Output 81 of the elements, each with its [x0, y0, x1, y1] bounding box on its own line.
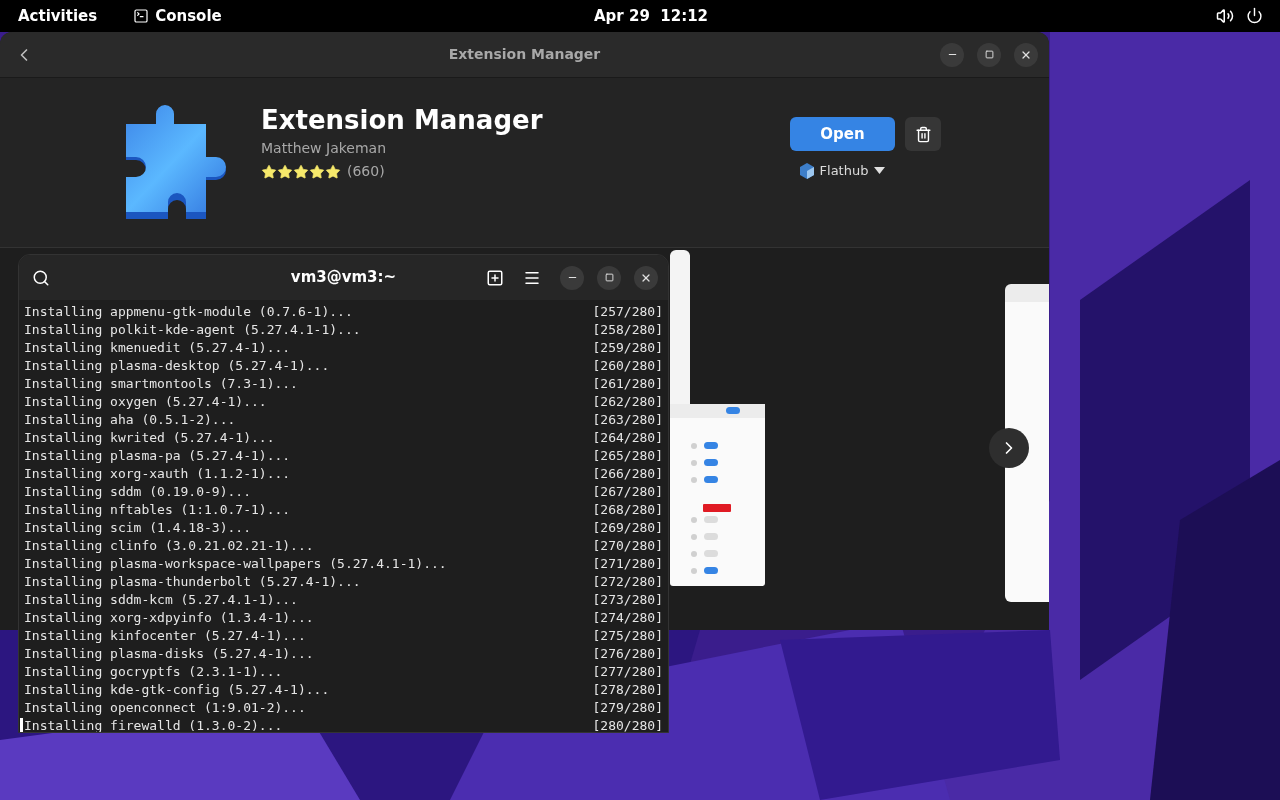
terminal-line: Installing plasma-disks (5.27.4-1)...	[24, 645, 314, 664]
maximize-icon	[604, 273, 614, 282]
terminal-line: Installing nftables (1:1.0.7-1)...	[24, 501, 291, 520]
terminal-line: Installing kde-gtk-config (5.27.4-1)...	[24, 681, 330, 700]
progress-count: [258/280]	[592, 321, 663, 340]
close-button[interactable]	[1014, 42, 1038, 67]
progress-count: [270/280]	[592, 537, 663, 556]
progress-count: [263/280]	[592, 411, 663, 430]
progress-count: [259/280]	[592, 339, 663, 358]
developer-name: Matthew Jakeman	[261, 139, 388, 158]
terminal-line: Installing plasma-workspace-wallpapers (5.27.4.1-1)...	[24, 555, 447, 574]
progress-count: [262/280]	[592, 393, 663, 412]
app-menu[interactable]: Console	[133, 4, 222, 28]
progress-count: [257/280]	[592, 303, 663, 322]
terminal-line: Installing gocryptfs (2.3.1-1)...	[24, 663, 283, 682]
star-icon	[277, 163, 293, 180]
trash-icon	[914, 125, 932, 143]
progress-count: [269/280]	[592, 519, 663, 538]
terminal-line: Installing openconnect (1:9.01-2)...	[24, 699, 306, 718]
plus-icon	[486, 268, 504, 287]
terminal-line: Installing appmenu-gtk-module (0.7.6-1)...	[24, 303, 353, 322]
power-icon[interactable]	[1246, 7, 1263, 24]
progress-count: [265/280]	[592, 447, 663, 466]
terminal-line: Installing kwrited (5.27.4-1)...	[24, 429, 275, 448]
terminal-line: Installing polkit-kde-agent (5.27.4.1-1)...	[24, 321, 361, 340]
star-icon	[293, 163, 309, 180]
progress-count: [267/280]	[592, 483, 663, 502]
uninstall-button[interactable]	[905, 117, 941, 151]
open-button[interactable]: Open	[790, 117, 895, 151]
next-button[interactable]	[989, 428, 1029, 468]
maximize-button[interactable]	[977, 42, 1001, 67]
terminal-line: Installing sddm-kcm (5.27.4.1-1)...	[24, 591, 298, 610]
text-cursor	[20, 718, 23, 732]
progress-count: [273/280]	[592, 591, 663, 610]
progress-count: [260/280]	[592, 357, 663, 376]
progress-count: [279/280]	[592, 699, 663, 718]
new-tab-button[interactable]	[486, 268, 504, 287]
volume-icon[interactable]	[1216, 7, 1234, 25]
terminal-title: vm3@vm3:~	[290, 267, 397, 289]
close-button[interactable]	[634, 265, 658, 290]
activities-button[interactable]: Activities	[18, 4, 98, 28]
progress-count: [261/280]	[592, 375, 663, 394]
terminal-line: Installing kmenuedit (5.27.4-1)...	[24, 339, 291, 358]
search-icon	[32, 268, 50, 287]
progress-count: [264/280]	[592, 429, 663, 448]
progress-count: [276/280]	[592, 645, 663, 664]
terminal-line: Installing kinfocenter (5.27.4-1)...	[24, 627, 306, 646]
progress-count: [272/280]	[592, 573, 663, 592]
progress-count: [277/280]	[592, 663, 663, 682]
app-name: Extension Manager	[261, 104, 543, 137]
terminal-line: Installing smartmontools (7.3-1)...	[24, 375, 298, 394]
maximize-button[interactable]	[597, 265, 621, 290]
maximize-icon	[984, 50, 994, 59]
terminal-line: Installing plasma-pa (5.27.4-1)...	[24, 447, 291, 466]
search-button[interactable]	[32, 268, 50, 287]
terminal-line: Installing scim (1.4.18-3)...	[24, 519, 251, 538]
source-dropdown[interactable]: Flathub	[799, 161, 886, 181]
terminal-line: Installing aha (0.5.1-2)...	[24, 411, 236, 430]
progress-count: [275/280]	[592, 627, 663, 646]
terminal-line: Installing xorg-xauth (1.1.2-1)...	[24, 465, 291, 484]
terminal-line: Installing oxygen (5.27.4-1)...	[24, 393, 267, 412]
caret-icon	[874, 167, 886, 175]
progress-count: [278/280]	[592, 681, 663, 700]
star-icon	[261, 163, 277, 180]
star-icon	[309, 163, 325, 180]
progress-count: [274/280]	[592, 609, 663, 628]
window-title: Extension Manager	[448, 45, 601, 64]
rating-count: (660)	[347, 162, 385, 181]
terminal-icon	[133, 8, 150, 24]
package-icon	[799, 162, 814, 179]
terminal-line: Installing sddm (0.19.0-9)...	[24, 483, 251, 502]
terminal-line: Installing clinfo (3.0.21.02.21-1)...	[24, 537, 314, 556]
terminal-line: Installing plasma-thunderbolt (5.27.4-1)...	[24, 573, 361, 592]
star-icon	[325, 163, 341, 180]
progress-count: [271/280]	[592, 555, 663, 574]
progress-count: [268/280]	[592, 501, 663, 520]
terminal-line: Installing xorg-xdpyinfo (1.3.4-1)...	[24, 609, 314, 628]
progress-count: [280/280]	[592, 717, 663, 732]
progress-count: [266/280]	[592, 465, 663, 484]
terminal-line: Installing plasma-desktop (5.27.4-1)...	[24, 357, 330, 376]
clock[interactable]: Apr 29 12:12	[594, 4, 709, 28]
